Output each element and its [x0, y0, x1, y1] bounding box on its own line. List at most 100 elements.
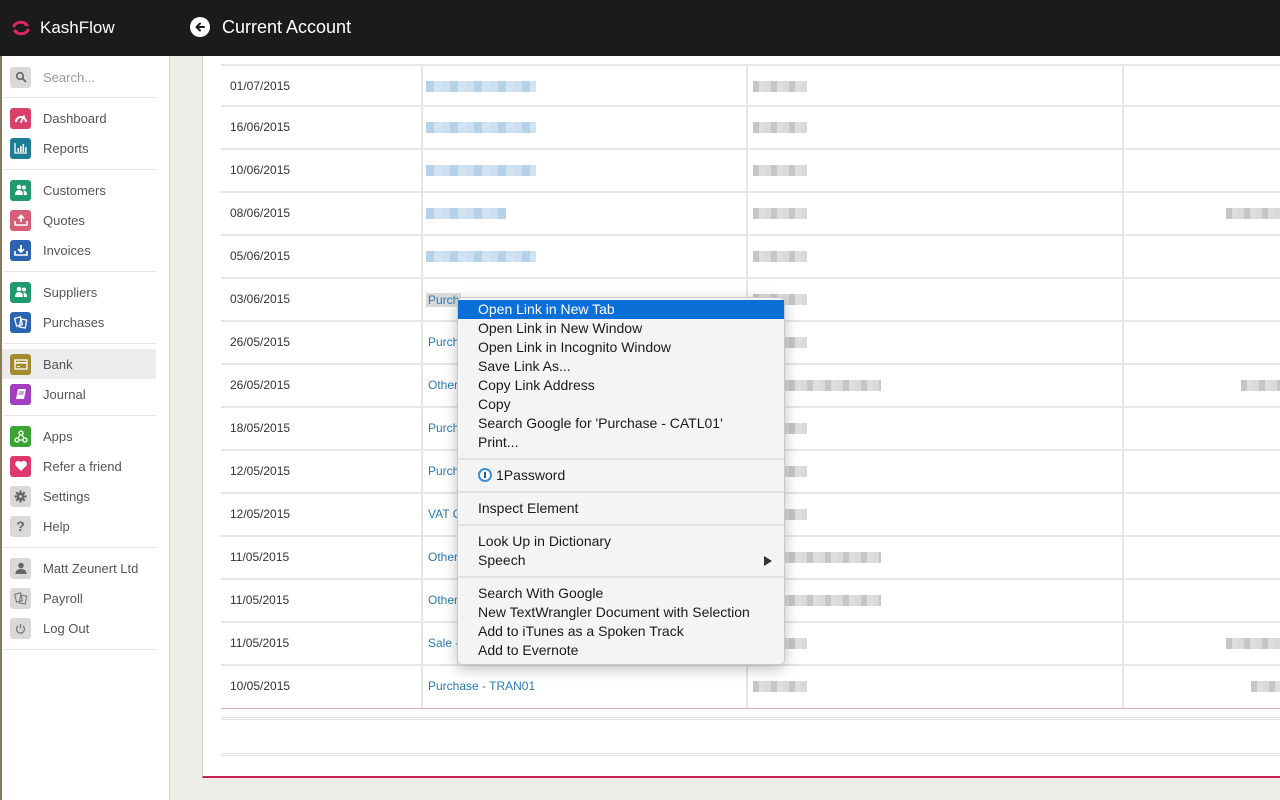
- sidebar-item-label: Help: [43, 518, 70, 534]
- table-row[interactable]: 01/07/2015: [221, 64, 1280, 107]
- redacted-reference: [753, 81, 807, 92]
- back-button[interactable]: [190, 17, 210, 37]
- menu-item-print[interactable]: Print...: [458, 433, 784, 452]
- column-divider: [1122, 408, 1124, 449]
- table-row[interactable]: 08/06/2015: [221, 193, 1280, 236]
- brand[interactable]: KashFlow: [10, 0, 115, 56]
- page-title: Current Account: [222, 17, 352, 37]
- menu-item-add-to-itunes-as-a-spoken-track[interactable]: Add to iTunes as a Spoken Track: [458, 622, 784, 641]
- apps-network-icon: [10, 425, 31, 447]
- column-divider: [1122, 451, 1124, 492]
- transaction-date: 11/05/2015: [230, 550, 290, 564]
- menu-item-open-link-in-new-window[interactable]: Open Link in New Window: [458, 319, 784, 338]
- menu-item-add-to-evernote[interactable]: Add to Evernote: [458, 641, 784, 660]
- menu-item-search-google-for-purchase-catl01[interactable]: Search Google for 'Purchase - CATL01': [458, 414, 784, 433]
- transaction-link[interactable]: Purch: [428, 408, 459, 449]
- transaction-date: 03/06/2015: [230, 292, 291, 306]
- column-divider: [421, 107, 423, 148]
- transaction-date: 01/07/2015: [230, 79, 291, 93]
- sidebar-item-bank[interactable]: Bank: [2, 349, 156, 379]
- menu-item-1password[interactable]: 1Password: [458, 466, 784, 485]
- transaction-link[interactable]: Purch: [428, 451, 459, 492]
- column-divider: [1122, 666, 1124, 708]
- menu-item-label: 1Password: [496, 467, 566, 483]
- transaction-link[interactable]: Sale -: [428, 623, 459, 664]
- kashflow-logo-icon: [10, 17, 32, 39]
- column-divider: [746, 236, 748, 277]
- sidebar-item-invoices[interactable]: Invoices: [2, 235, 156, 265]
- sidebar-item-label: Purchases: [43, 314, 105, 330]
- menu-item-new-textwrangler-document-with-selection[interactable]: New TextWrangler Document with Selection: [458, 603, 784, 622]
- menu-item-search-with-google[interactable]: Search With Google: [458, 584, 784, 603]
- submenu-arrow-icon: [764, 556, 772, 566]
- column-divider: [1122, 494, 1124, 535]
- heart-icon: [10, 455, 31, 477]
- table-row[interactable]: 05/06/2015: [221, 236, 1280, 279]
- redacted-reference: [753, 251, 807, 262]
- column-divider: [421, 580, 423, 621]
- sidebar-item-journal[interactable]: Journal: [2, 379, 156, 409]
- brand-name: KashFlow: [40, 18, 115, 37]
- sidebar-item-settings[interactable]: Settings: [2, 481, 156, 511]
- menu-item-look-up-in-dictionary[interactable]: Look Up in Dictionary: [458, 532, 784, 551]
- sidebar-item-refer-a-friend[interactable]: Refer a friend: [2, 451, 156, 481]
- sidebar-item-suppliers[interactable]: Suppliers: [2, 277, 156, 307]
- 1password-icon: [478, 468, 492, 482]
- sidebar-item-label: Bank: [43, 356, 73, 372]
- transaction-date: 12/05/2015: [230, 507, 291, 521]
- transaction-date: 18/05/2015: [230, 421, 291, 435]
- sidebar-item-payroll[interactable]: Payroll: [2, 583, 156, 613]
- sidebar-item-label: Dashboard: [43, 110, 107, 126]
- sidebar-item-apps[interactable]: Apps: [2, 421, 156, 451]
- sidebar-search[interactable]: Search...: [10, 66, 158, 88]
- sidebar-item-label: Journal: [43, 386, 86, 402]
- search-input[interactable]: Search...: [43, 70, 95, 85]
- column-divider: [1122, 580, 1124, 621]
- table-footer-divider: [221, 753, 1280, 756]
- transaction-link[interactable]: Other: [428, 365, 458, 406]
- user-icon: [10, 557, 31, 579]
- menu-item-copy[interactable]: Copy: [458, 395, 784, 414]
- sidebar-item-help[interactable]: ? Help: [2, 511, 156, 541]
- divider: [4, 97, 156, 98]
- divider: [4, 415, 156, 416]
- menu-separator: [458, 524, 784, 526]
- menu-item-inspect-element[interactable]: Inspect Element: [458, 499, 784, 518]
- menu-item-label: Look Up in Dictionary: [478, 533, 612, 549]
- column-divider: [1122, 537, 1124, 578]
- menu-item-save-link-as[interactable]: Save Link As...: [458, 357, 784, 376]
- menu-item-copy-link-address[interactable]: Copy Link Address: [458, 376, 784, 395]
- menu-item-open-link-in-incognito-window[interactable]: Open Link in Incognito Window: [458, 338, 784, 357]
- sidebar-item-label: Settings: [43, 488, 90, 504]
- redacted-amount: [1226, 208, 1280, 219]
- transaction-link[interactable]: Other: [428, 580, 458, 621]
- divider: [4, 343, 156, 344]
- column-divider: [421, 408, 423, 449]
- column-divider: [421, 623, 423, 664]
- menu-item-speech[interactable]: Speech: [458, 551, 784, 570]
- sidebar-item-label: Invoices: [43, 242, 91, 258]
- transaction-date: 16/06/2015: [230, 120, 291, 134]
- table-row[interactable]: 10/06/2015: [221, 150, 1280, 193]
- menu-item-label: Copy Link Address: [478, 377, 595, 393]
- transaction-link[interactable]: Other: [428, 537, 458, 578]
- gauge-icon: [10, 107, 31, 129]
- transaction-date: 11/05/2015: [230, 593, 290, 607]
- column-divider: [1122, 365, 1124, 406]
- table-row[interactable]: 10/05/2015 Purchase - TRAN01: [221, 666, 1280, 709]
- sidebar-item-customers[interactable]: Customers: [2, 175, 156, 205]
- sidebar-item-quotes[interactable]: Quotes: [2, 205, 156, 235]
- sidebar-item-purchases[interactable]: Purchases: [2, 307, 156, 337]
- menu-item-label: Open Link in New Window: [478, 320, 643, 336]
- sidebar-item-dashboard[interactable]: Dashboard: [2, 103, 156, 133]
- column-divider: [421, 322, 423, 363]
- column-divider: [1122, 279, 1124, 320]
- sidebar-item-company[interactable]: Matt Zeunert Ltd: [2, 553, 156, 583]
- transaction-link[interactable]: Purchase - TRAN01: [428, 666, 535, 707]
- sidebar-item-log-out[interactable]: Log Out: [2, 613, 156, 643]
- transaction-link[interactable]: Purch: [428, 322, 459, 363]
- menu-item-open-link-in-new-tab[interactable]: Open Link in New Tab: [458, 300, 784, 319]
- table-row[interactable]: 16/06/2015: [221, 107, 1280, 150]
- sidebar-item-label: Suppliers: [43, 284, 98, 300]
- sidebar-item-reports[interactable]: Reports: [2, 133, 156, 163]
